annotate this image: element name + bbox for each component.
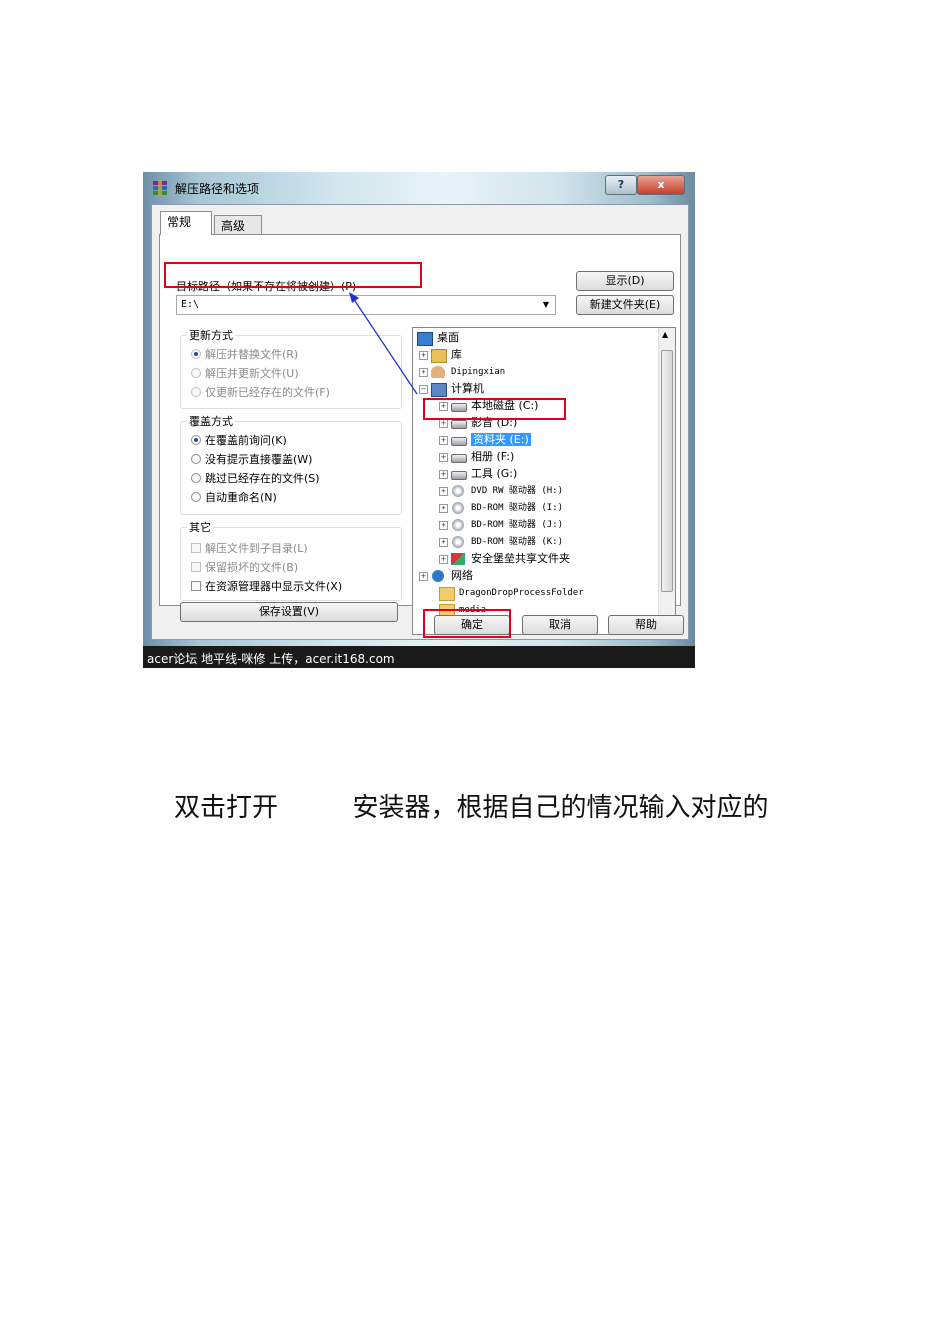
annotation-arrow-icon [349, 292, 418, 395]
radio-icon [191, 492, 201, 502]
help-button[interactable]: 帮助 [608, 615, 684, 635]
checkbox-icon [191, 543, 201, 553]
drive-icon [451, 471, 467, 480]
title-help-button[interactable]: ? [605, 175, 637, 195]
cd-drive-icon [452, 519, 464, 531]
cd-drive-icon [452, 502, 464, 514]
expand-icon[interactable]: + [439, 521, 448, 530]
option-ask-before[interactable]: 在覆盖前询问(K) [191, 432, 287, 448]
tree-item-drive-k[interactable]: + BD-ROM 驱动器 (K:) [439, 534, 563, 550]
tree-item-drive-h[interactable]: + DVD RW 驱动器 (H:) [439, 483, 563, 499]
option-overwrite-silent[interactable]: 没有提示直接覆盖(W) [191, 451, 312, 467]
option-show-in-explorer[interactable]: 在资源管理器中显示文件(X) [191, 578, 342, 594]
window-frame: 解压路径和选项 ? x 常规 高级 目标路径（如果不存在将被创建）(P) E:\… [143, 172, 695, 646]
radio-icon [191, 435, 201, 445]
tree-item-drive-j[interactable]: + BD-ROM 驱动器 (J:) [439, 517, 563, 533]
folder-icon [439, 587, 455, 601]
radio-icon [191, 454, 201, 464]
scroll-up-icon[interactable]: ▲ [662, 330, 668, 339]
highlight-drive-box [423, 398, 566, 420]
watermark-text: acer论坛 地平线-咪修 上传，acer.it168.com [147, 652, 395, 666]
highlight-ok-box [423, 609, 511, 638]
cancel-button[interactable]: 取消 [522, 615, 598, 635]
expand-icon[interactable]: + [439, 436, 448, 445]
title-bar: 解压路径和选项 ? x [143, 172, 695, 204]
tree-item-network[interactable]: + 网络 [419, 568, 473, 584]
tree-item-drive-f[interactable]: + 相册 (F:) [439, 449, 514, 465]
close-button[interactable]: x [637, 175, 685, 195]
tree-item-dragdrop-folder[interactable]: DragonDropProcessFolder [431, 585, 584, 601]
tree-item-user[interactable]: + Dipingxian [419, 364, 505, 380]
tree-item-shared-folder[interactable]: + 安全堡垒共享文件夹 [439, 551, 570, 567]
caption-text: 双击打开 安装器，根据自己的情况输入对应的 [174, 787, 769, 824]
drive-icon [451, 437, 467, 446]
tab-advanced[interactable]: 高级 [214, 215, 262, 235]
other-group: 其它 解压文件到子目录(L) 保留损坏的文件(B) 在资源管理器中显示文件(X) [180, 519, 402, 601]
expand-icon[interactable]: + [439, 538, 448, 547]
expand-icon[interactable]: + [439, 487, 448, 496]
tree-item-library[interactable]: + 库 [419, 347, 462, 363]
option-extract-replace[interactable]: 解压并替换文件(R) [191, 346, 298, 362]
caption-part1: 双击打开 [174, 793, 279, 823]
dropdown-arrow-icon[interactable]: ▼ [539, 298, 553, 312]
winrar-icon [153, 180, 167, 196]
tree-item-computer[interactable]: − 计算机 [419, 381, 484, 397]
expand-icon[interactable]: + [419, 572, 428, 581]
target-path-value: E:\ [181, 299, 200, 310]
user-icon [431, 366, 445, 378]
tree-item-drive-i[interactable]: + BD-ROM 驱动器 (I:) [439, 500, 563, 516]
option-extract-update[interactable]: 解压并更新文件(U) [191, 365, 299, 381]
option-update-existing[interactable]: 仅更新已经存在的文件(F) [191, 384, 330, 400]
computer-icon [431, 383, 447, 397]
radio-icon [191, 473, 201, 483]
overwrite-mode-title: 覆盖方式 [187, 413, 235, 429]
selected-drive-label: 资料夹 (E:) [471, 433, 531, 446]
other-title: 其它 [187, 519, 213, 535]
dialog-title: 解压路径和选项 [175, 182, 260, 196]
tab-general[interactable]: 常规 [160, 211, 212, 235]
cd-drive-icon [452, 485, 464, 497]
drive-icon [451, 420, 467, 429]
option-auto-rename[interactable]: 自动重命名(N) [191, 489, 277, 505]
radio-icon [191, 387, 201, 397]
new-folder-button[interactable]: 新建文件夹(E) [576, 295, 674, 315]
screenshot: 解压路径和选项 ? x 常规 高级 目标路径（如果不存在将被创建）(P) E:\… [143, 172, 695, 668]
save-settings-button[interactable]: 保存设置(V) [180, 602, 398, 622]
expand-icon[interactable]: + [439, 419, 448, 428]
watermark-bar: acer论坛 地平线-咪修 上传，acer.it168.com [143, 646, 695, 668]
radio-icon [191, 368, 201, 378]
expand-icon[interactable]: + [439, 470, 448, 479]
tree-item-drive-g[interactable]: + 工具 (G:) [439, 466, 517, 482]
update-mode-title: 更新方式 [187, 327, 235, 343]
tree-item-desktop[interactable]: 桌面 [417, 330, 459, 346]
scroll-thumb[interactable] [661, 350, 673, 592]
library-icon [431, 349, 447, 363]
overwrite-mode-group: 覆盖方式 在覆盖前询问(K) 没有提示直接覆盖(W) 跳过已经存在的文件(S) … [180, 413, 402, 515]
tree-item-drive-e[interactable]: + 资料夹 (E:) [439, 432, 531, 448]
drive-icon [451, 454, 467, 463]
checkbox-icon [191, 581, 201, 591]
expand-icon[interactable]: + [439, 555, 448, 564]
shield-folder-icon [451, 553, 465, 565]
folder-tree[interactable]: 桌面 + 库 + Dipingxian − 计算机 + 本地磁盘 (C:) + 影音 (D… [412, 327, 676, 635]
option-skip-existing[interactable]: 跳过已经存在的文件(S) [191, 470, 320, 486]
checkbox-icon [191, 562, 201, 572]
caption-part2: 安装器，根据自己的情况输入对应的 [352, 793, 769, 823]
tree-scrollbar[interactable]: ▲ ▼ [658, 328, 675, 634]
radio-icon [191, 349, 201, 359]
expand-icon[interactable]: + [439, 504, 448, 513]
expand-icon[interactable]: + [439, 453, 448, 462]
highlight-path-box [164, 262, 422, 288]
show-button[interactable]: 显示(D) [576, 271, 674, 291]
option-extract-subdir[interactable]: 解压文件到子目录(L) [191, 540, 308, 556]
cd-drive-icon [452, 536, 464, 548]
network-icon [432, 570, 444, 582]
option-keep-broken[interactable]: 保留损坏的文件(B) [191, 559, 298, 575]
